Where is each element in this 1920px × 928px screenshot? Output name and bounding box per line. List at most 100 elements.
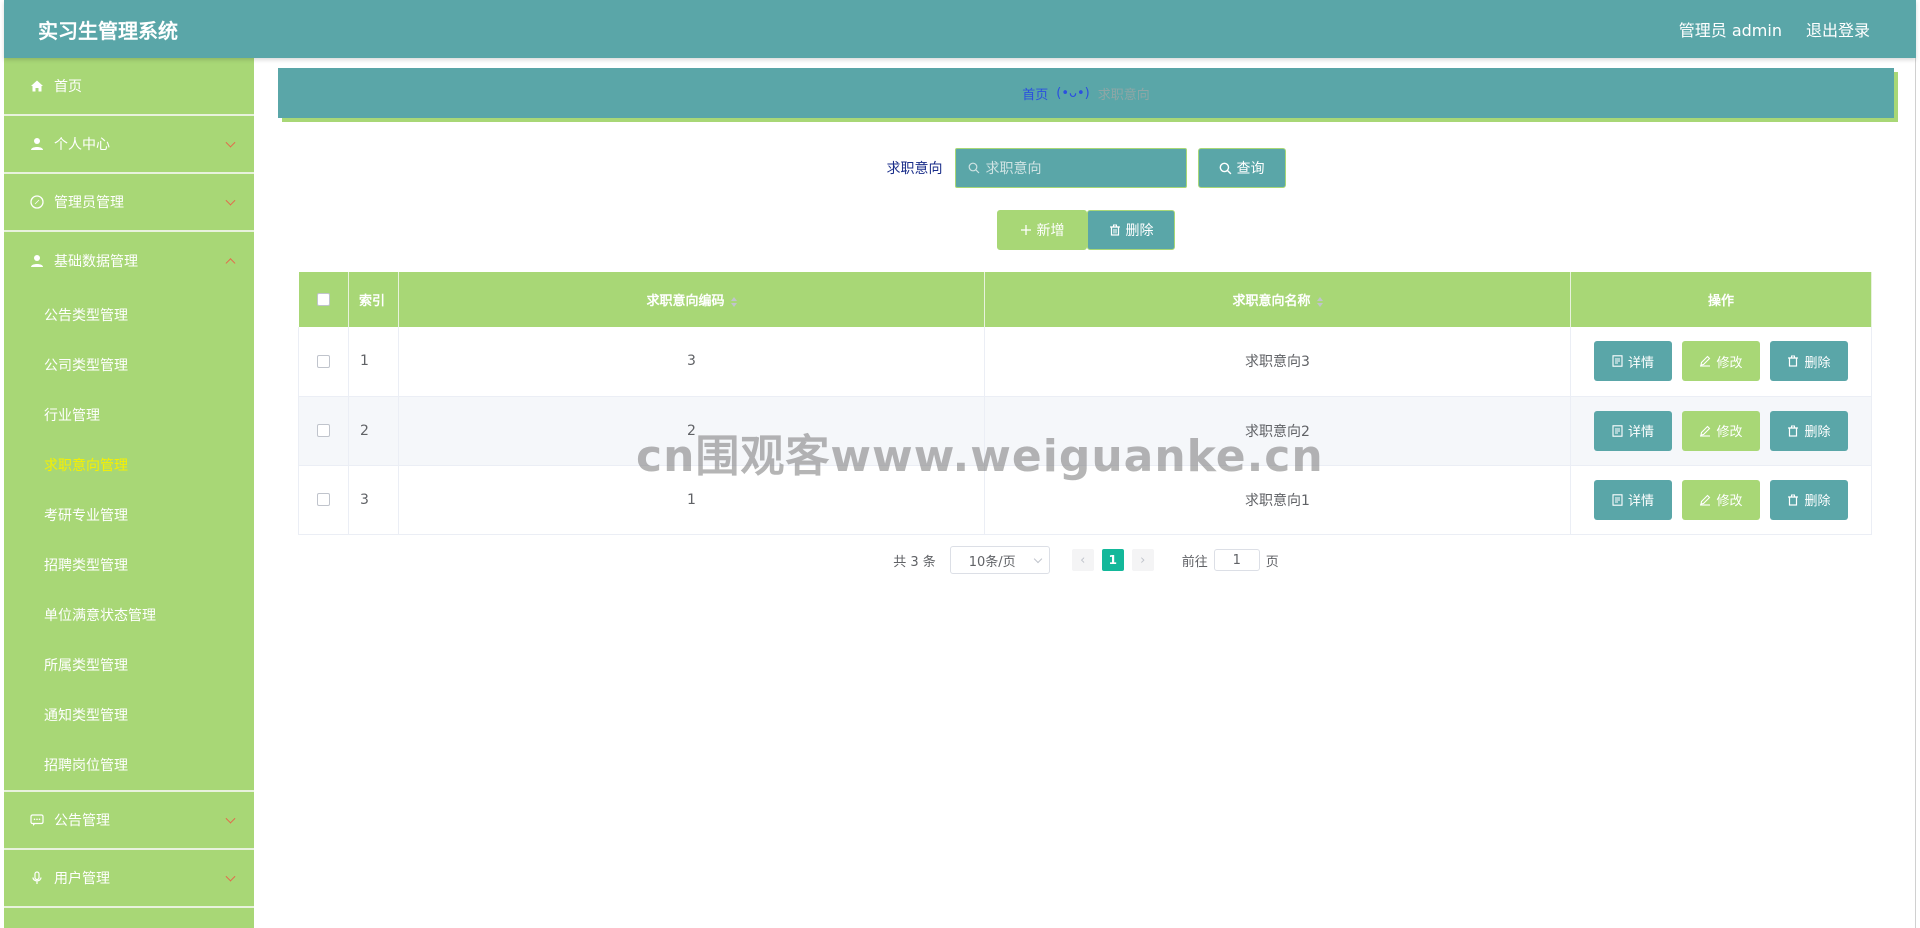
pagination-total: 共 3 条 (893, 554, 936, 570)
row-actions: 详情 修改 删除 (1570, 465, 1872, 535)
row-name: 求职意向1 (984, 465, 1571, 535)
search-label: 求职意向 (886, 161, 943, 177)
goto-label: 前往 (1181, 554, 1208, 570)
pencil-icon (1700, 494, 1711, 506)
document-icon (1612, 493, 1623, 506)
logout-link[interactable]: 退出登录 (1806, 17, 1870, 41)
table-row: 3 1 求职意向1 详情 修改 删除 (298, 465, 1872, 535)
header-index: 索引 (348, 272, 399, 327)
sidebar-item-label: 用户管理 (54, 871, 110, 887)
row-checkbox[interactable] (317, 354, 330, 368)
submenu-basic-data: 公告类型管理 公司类型管理 行业管理 求职意向管理 考研专业管理 招聘类型管理 … (4, 290, 254, 792)
breadcrumb-separator: (•ᴗ•) (1056, 85, 1090, 101)
sidebar-item-home[interactable]: 首页 (4, 58, 254, 116)
pencil-icon (1700, 425, 1711, 437)
query-button-label: 查询 (1236, 161, 1265, 177)
sidebar-subitem[interactable]: 招聘岗位管理 (4, 740, 254, 790)
app-title: 实习生管理系统 (38, 18, 178, 43)
sort-icon[interactable] (730, 296, 737, 307)
breadcrumb-home[interactable]: 首页 (1022, 84, 1048, 103)
header-name-label: 求职意向名称 (1232, 294, 1311, 309)
sidebar-subitem[interactable]: 考研专业管理 (4, 490, 254, 540)
edit-button[interactable]: 修改 (1682, 341, 1760, 382)
sidebar-subitem[interactable]: 通知类型管理 (4, 690, 254, 740)
top-bar: 实习生管理系统 管理员 admin 退出登录 (4, 0, 1916, 58)
chevron-down-icon (225, 871, 236, 882)
detail-button[interactable]: 详情 (1594, 479, 1672, 520)
sidebar-item-more[interactable] (4, 908, 254, 928)
delete-label: 删除 (1804, 355, 1831, 371)
row-checkbox-cell (298, 327, 349, 397)
delete-label: 删除 (1804, 494, 1831, 509)
add-button-label: 新增 (1036, 223, 1065, 239)
row-checkbox[interactable] (317, 424, 330, 437)
header-code[interactable]: 求职意向编码 (398, 272, 985, 327)
sidebar-subitem[interactable]: 单位满意状态管理 (4, 590, 254, 640)
sidebar-item-label: 首页 (54, 79, 82, 95)
header-code-label: 求职意向编码 (646, 294, 725, 309)
document-icon (1612, 424, 1623, 437)
row-actions: 详情 修改 删除 (1570, 396, 1872, 466)
document-icon (1612, 355, 1623, 367)
page-suffix: 页 (1265, 554, 1279, 570)
sidebar-subitem[interactable]: 公司类型管理 (4, 340, 254, 390)
breadcrumb-current: 求职意向 (1097, 87, 1150, 103)
detail-button[interactable]: 详情 (1594, 341, 1672, 382)
row-index: 1 (348, 327, 399, 397)
detail-label: 详情 (1627, 494, 1654, 509)
sidebar-subitem[interactable]: 公告类型管理 (4, 290, 254, 340)
delete-button[interactable]: 删除 (1770, 479, 1848, 520)
delete-label: 删除 (1804, 425, 1831, 440)
row-index: 2 (348, 396, 399, 466)
edit-label: 修改 (1716, 355, 1743, 371)
plus-icon (1020, 225, 1031, 235)
chat-icon (28, 813, 46, 827)
sidebar-subitem-active[interactable]: 求职意向管理 (4, 440, 254, 490)
edit-label: 修改 (1716, 425, 1743, 440)
search-placeholder: 求职意向 (985, 161, 1042, 177)
select-all-checkbox[interactable] (316, 293, 330, 306)
page-number-active[interactable]: 1 (1101, 549, 1124, 571)
row-code: 3 (398, 327, 985, 397)
detail-button[interactable]: 详情 (1594, 410, 1672, 451)
chevron-up-icon (225, 258, 236, 269)
row-name: 求职意向3 (984, 327, 1571, 397)
add-button[interactable]: 新增 (997, 210, 1087, 250)
header-name[interactable]: 求职意向名称 (984, 272, 1571, 327)
top-bar-right: 管理员 admin 退出登录 (1679, 17, 1916, 41)
table-header-row: 索引 求职意向编码 求职意向名称 操作 (298, 272, 1872, 327)
query-button[interactable]: 查询 (1197, 148, 1286, 188)
chevron-down-icon (1033, 554, 1042, 563)
sort-icon[interactable] (1316, 296, 1323, 307)
batch-delete-label: 删除 (1125, 223, 1154, 239)
sidebar-item-notice[interactable]: 公告管理 (4, 792, 254, 850)
batch-delete-button[interactable]: 删除 (1087, 210, 1175, 250)
select-all-cell (298, 272, 349, 327)
trash-icon (1788, 425, 1799, 437)
sidebar-subitem[interactable]: 所属类型管理 (4, 640, 254, 690)
trash-icon (1788, 355, 1799, 367)
action-row: 新增 删除 (0, 210, 1920, 250)
row-checkbox[interactable] (317, 493, 330, 506)
row-name: 求职意向2 (984, 396, 1571, 466)
sidebar-item-label: 公告管理 (54, 813, 110, 829)
delete-button[interactable]: 删除 (1770, 410, 1848, 451)
edit-label: 修改 (1716, 494, 1743, 509)
table-row: 2 2 求职意向2 详情 修改 删除 (298, 396, 1872, 466)
search-input[interactable]: 求职意向 (954, 148, 1187, 188)
next-page-button[interactable]: › (1131, 549, 1154, 571)
row-code: 1 (398, 465, 985, 535)
pagination: 共 3 条 10条/页 ‹ 1 › 前往 1 页 (0, 546, 1920, 574)
sidebar-item-users[interactable]: 用户管理 (4, 850, 254, 908)
page-size-select[interactable]: 10条/页 (949, 546, 1050, 574)
edit-button[interactable]: 修改 (1682, 410, 1760, 451)
prev-page-button[interactable]: ‹ (1071, 549, 1094, 571)
table-row: 1 3 求职意向3 详情 修改 删除 (298, 327, 1872, 397)
mic-icon (28, 871, 46, 885)
edit-button[interactable]: 修改 (1682, 479, 1760, 520)
sidebar-subitem[interactable]: 行业管理 (4, 390, 254, 440)
goto-page-input[interactable]: 1 (1213, 549, 1260, 571)
delete-button[interactable]: 删除 (1770, 341, 1848, 382)
row-actions: 详情 修改 删除 (1570, 327, 1872, 397)
chevron-down-icon (225, 195, 236, 206)
